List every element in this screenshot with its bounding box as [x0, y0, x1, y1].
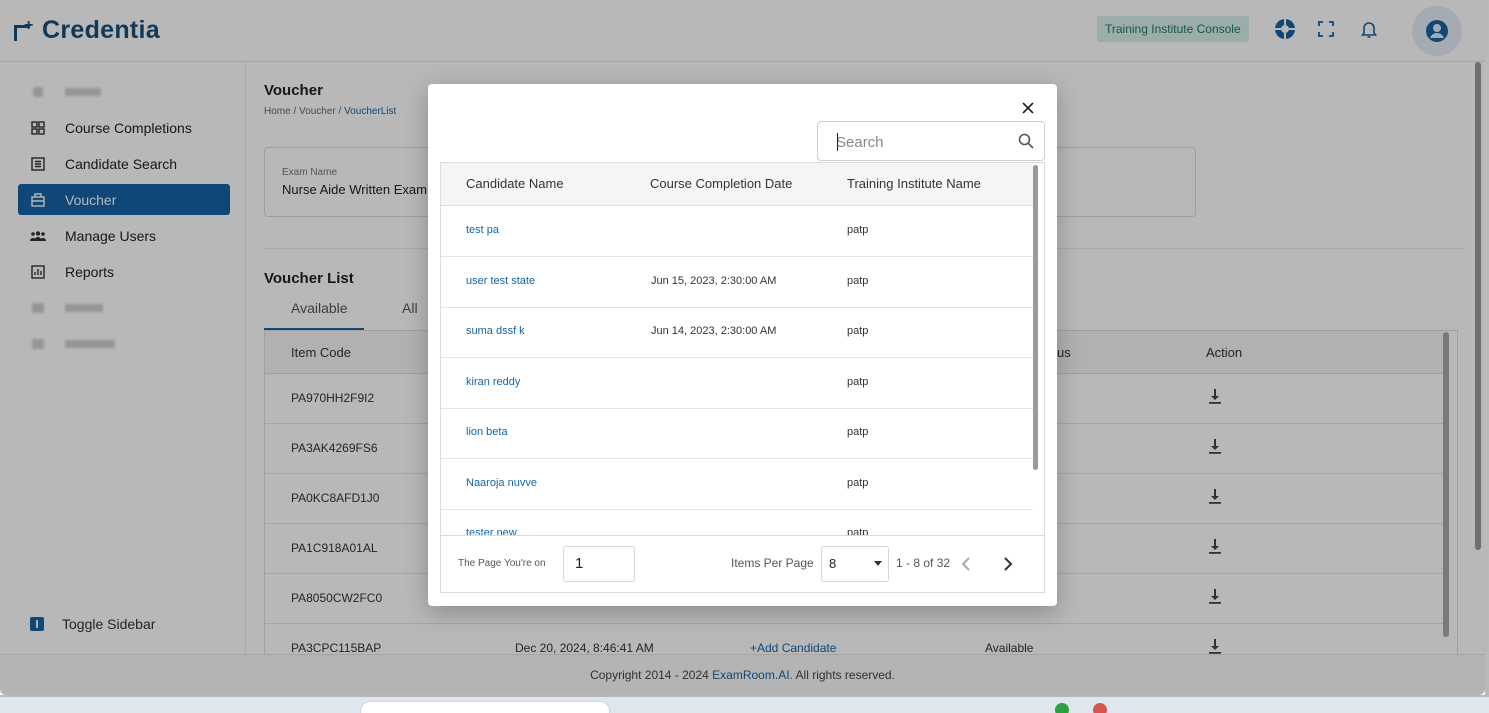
page-range-text: 1 - 8 of 32 [896, 556, 951, 570]
prev-page-button[interactable] [956, 552, 976, 576]
header-institute-name: Training Institute Name [847, 176, 981, 191]
items-per-page-select[interactable]: 8 [821, 546, 889, 582]
table-row[interactable]: lion beta patp [441, 408, 1033, 459]
institute-name: patp [847, 376, 869, 388]
institute-name: patp [847, 224, 869, 236]
candidate-name-link[interactable]: tester new [466, 527, 517, 535]
candidate-select-modal: Candidate Name Course Completion Date Tr… [428, 84, 1057, 606]
chevron-right-icon [1004, 557, 1013, 571]
candidate-table-header: Candidate Name Course Completion Date Tr… [441, 163, 1033, 206]
header-completion-date: Course Completion Date [650, 176, 793, 191]
institute-name: patp [847, 275, 869, 287]
institute-name: patp [847, 477, 869, 489]
page-label: The Page You're on [458, 558, 546, 569]
app-window: + Credentia Training Institute Console C… [0, 0, 1485, 695]
candidate-table: Candidate Name Course Completion Date Tr… [440, 162, 1045, 535]
table-row[interactable]: suma dssf k Jun 14, 2023, 2:30:00 AM pat… [441, 307, 1033, 358]
taskbar-app-icon[interactable] [1093, 703, 1107, 713]
modal-table-scrollbar[interactable] [1033, 165, 1038, 470]
search-box [817, 121, 1045, 161]
table-row[interactable]: test pa patp [441, 206, 1033, 257]
candidate-name-link[interactable]: Naaroja nuvve [466, 477, 537, 489]
completion-date: Jun 14, 2023, 2:30:00 AM [651, 325, 777, 337]
table-row[interactable]: kiran reddy patp [441, 358, 1033, 409]
table-row[interactable]: tester new patp [441, 509, 1033, 535]
institute-name: patp [847, 325, 869, 337]
items-per-page-value: 8 [829, 556, 837, 571]
taskbar-search[interactable] [360, 701, 610, 713]
institute-name: patp [847, 527, 869, 535]
items-per-page-label: Items Per Page [731, 556, 814, 570]
table-row[interactable]: Naaroja nuvve patp [441, 459, 1033, 510]
chevron-down-icon [874, 561, 882, 566]
candidate-name-link[interactable]: suma dssf k [466, 325, 525, 337]
page-number-input[interactable]: 1 [563, 546, 635, 582]
close-icon[interactable] [1018, 98, 1038, 118]
paginator: The Page You're on 1 Items Per Page 8 1 … [440, 535, 1045, 593]
taskbar-app-icon[interactable] [1055, 703, 1069, 713]
search-input[interactable] [836, 131, 1006, 153]
table-row[interactable]: user test state Jun 15, 2023, 2:30:00 AM… [441, 257, 1033, 308]
chevron-left-icon [961, 557, 970, 571]
completion-date: Jun 15, 2023, 2:30:00 AM [651, 275, 777, 287]
next-page-button[interactable] [998, 552, 1018, 576]
candidate-name-link[interactable]: user test state [466, 275, 535, 287]
search-icon[interactable] [1018, 133, 1034, 152]
candidate-name-link[interactable]: kiran reddy [466, 376, 520, 388]
candidate-name-link[interactable]: lion beta [466, 426, 508, 438]
candidate-name-link[interactable]: test pa [466, 224, 499, 236]
header-candidate-name: Candidate Name [466, 176, 564, 191]
institute-name: patp [847, 426, 869, 438]
os-taskbar [0, 697, 1489, 713]
text-caret [837, 133, 838, 151]
